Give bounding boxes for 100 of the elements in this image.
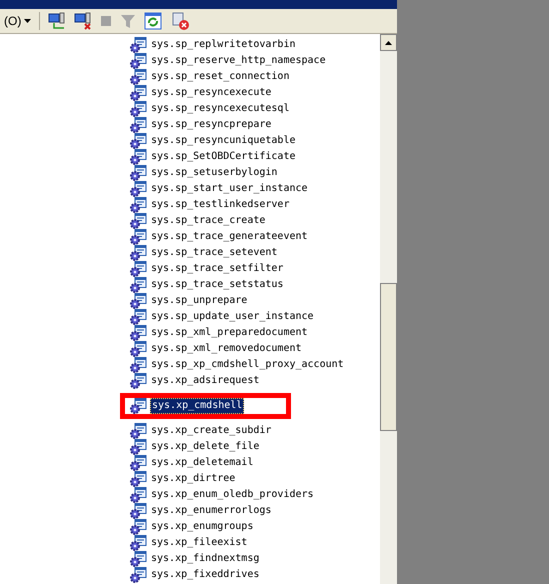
tree-item-label: sys.sp_xml_preparedocument xyxy=(150,326,309,340)
refresh-icon[interactable] xyxy=(144,12,162,30)
tree-item[interactable]: sys.sp_trace_setfilter xyxy=(130,261,380,277)
connect-server-icon[interactable] xyxy=(48,12,66,30)
tree-item-label: sys.xp_fileexist xyxy=(150,536,248,550)
tree-item[interactable]: sys.xp_adsirequest xyxy=(130,373,380,389)
stored-procedure-icon xyxy=(130,455,147,471)
tree-item[interactable]: sys.sp_replwritetovarbin xyxy=(130,37,380,53)
stored-procedure-icon xyxy=(130,245,147,261)
tree-item[interactable]: sys.sp_xml_preparedocument xyxy=(130,325,380,341)
tree-item[interactable]: sys.sp_setuserbylogin xyxy=(130,165,380,181)
stored-procedure-icon xyxy=(130,309,147,325)
stored-procedure-icon xyxy=(130,277,147,293)
tree-item-label: sys.xp_fixeddrives xyxy=(150,568,260,582)
tree-item-label: sys.sp_replwritetovarbin xyxy=(150,38,296,52)
tree-item[interactable]: sys.xp_delete_file xyxy=(130,439,380,455)
scroll-up-button[interactable] xyxy=(380,34,397,51)
tree-item[interactable]: sys.sp_xml_removedocument xyxy=(130,341,380,357)
tree-item[interactable]: sys.sp_unprepare xyxy=(130,293,380,309)
connect-button[interactable]: (O) xyxy=(4,12,32,30)
tree-item-label: sys.xp_adsirequest xyxy=(150,374,260,388)
tree-item-label: sys.xp_deletemail xyxy=(150,456,254,470)
tree-item-label: sys.sp_xml_removedocument xyxy=(150,342,303,356)
tree-item-label: sys.sp_unprepare xyxy=(150,294,248,308)
stored-procedure-icon xyxy=(130,423,147,439)
tree-item-label: sys.sp_start_user_instance xyxy=(150,182,309,196)
tree-item-label: sys.sp_reserve_http_namespace xyxy=(150,54,327,68)
tree-item[interactable]: sys.sp_update_user_instance xyxy=(130,309,380,325)
stored-procedure-icon xyxy=(130,503,147,519)
scrollbar[interactable] xyxy=(380,34,397,584)
tree-item[interactable]: sys.sp_resyncprepare xyxy=(130,117,380,133)
up-arrow-icon xyxy=(385,40,392,44)
tree-item-label: sys.sp_trace_setstatus xyxy=(150,278,284,292)
tree-item[interactable]: sys.sp_SetOBDCertificate xyxy=(130,149,380,165)
disconnect-icon[interactable] xyxy=(74,12,92,30)
tree-item[interactable]: sys.xp_enumerrorlogs xyxy=(130,503,380,519)
tree-item[interactable]: sys.sp_trace_create xyxy=(130,213,380,229)
tree-item-label: sys.xp_enum_oledb_providers xyxy=(150,488,315,502)
tree-item-label: sys.sp_resyncuniquetable xyxy=(150,134,296,148)
tree-item-label: sys.xp_dirtree xyxy=(150,472,236,486)
stored-procedure-icon xyxy=(130,398,147,414)
stored-procedure-icon xyxy=(130,325,147,341)
tree-item[interactable]: sys.xp_deletemail xyxy=(130,455,380,471)
tree-item[interactable]: sys.xp_findnextmsg xyxy=(130,551,380,567)
stored-procedure-icon xyxy=(130,197,147,213)
stored-procedure-icon xyxy=(130,261,147,277)
stored-procedure-icon xyxy=(130,567,147,583)
tree-item-label: sys.xp_cmdshell xyxy=(150,398,244,414)
tree-item[interactable]: sys.xp_dirtree xyxy=(130,471,380,487)
tree-item-label: sys.xp_findnextmsg xyxy=(150,552,260,566)
tree-item[interactable]: sys.sp_reserve_http_namespace xyxy=(130,53,380,69)
stored-procedure-icon xyxy=(130,487,147,503)
tree-item[interactable]: sys.sp_trace_setevent xyxy=(130,245,380,261)
tree-item-label: sys.sp_resyncexecute xyxy=(150,86,272,100)
tree-item-label: sys.sp_SetOBDCertificate xyxy=(150,150,296,164)
tree-item[interactable]: sys.sp_trace_setstatus xyxy=(130,277,380,293)
tree-item-label: sys.sp_trace_setevent xyxy=(150,246,278,260)
stored-procedure-icon xyxy=(130,519,147,535)
stored-procedure-icon xyxy=(130,229,147,245)
stored-procedure-icon xyxy=(130,357,147,373)
stored-procedure-icon xyxy=(130,341,147,357)
tree-item-label: sys.sp_update_user_instance xyxy=(150,310,315,324)
tree-item-label: sys.sp_trace_setfilter xyxy=(150,262,284,276)
tree-item[interactable]: sys.sp_start_user_instance xyxy=(130,181,380,197)
tree-item[interactable]: sys.sp_trace_generateevent xyxy=(130,229,380,245)
tree-item-label: sys.sp_setuserbylogin xyxy=(150,166,278,180)
tree-item[interactable]: sys.xp_enumgroups xyxy=(130,519,380,535)
scroll-thumb[interactable] xyxy=(380,283,397,431)
tree-item[interactable]: sys.xp_cmdshell xyxy=(130,398,286,414)
tree-item[interactable]: sys.sp_reset_connection xyxy=(130,69,380,85)
stored-procedure-icon xyxy=(130,149,147,165)
tree-item-label: sys.xp_create_subdir xyxy=(150,424,272,438)
stored-procedure-icon xyxy=(130,117,147,133)
tree-item-label: sys.sp_trace_generateevent xyxy=(150,230,309,244)
caret-icon xyxy=(24,19,32,23)
tree-item[interactable]: sys.sp_resyncuniquetable xyxy=(130,133,380,149)
script-delete-icon[interactable] xyxy=(170,11,190,31)
stored-procedure-icon xyxy=(130,133,147,149)
stored-procedure-icon xyxy=(130,535,147,551)
tree-item[interactable]: sys.sp_resyncexecutesql xyxy=(130,101,380,117)
tree-item-label: sys.sp_resyncprepare xyxy=(150,118,272,132)
tree-item[interactable]: sys.sp_xp_cmdshell_proxy_account xyxy=(130,357,380,373)
tree-item[interactable]: sys.xp_fixeddrives xyxy=(130,567,380,583)
stored-procedure-icon xyxy=(130,37,147,53)
stored-procedure-icon xyxy=(130,165,147,181)
tree-item[interactable]: sys.xp_create_subdir xyxy=(130,423,380,439)
stored-procedure-icon xyxy=(130,69,147,85)
stored-procedure-icon xyxy=(130,213,147,229)
tree-item-label: sys.sp_resyncexecutesql xyxy=(150,102,290,116)
tree-item[interactable]: sys.xp_fileexist xyxy=(130,535,380,551)
stored-procedure-icon xyxy=(130,373,147,389)
tree-item-label: sys.sp_reset_connection xyxy=(150,70,290,84)
tree-item[interactable]: sys.sp_resyncexecute xyxy=(130,85,380,101)
stored-procedure-icon xyxy=(130,551,147,567)
stored-procedure-icon xyxy=(130,53,147,69)
tree-item[interactable]: sys.sp_testlinkedserver xyxy=(130,197,380,213)
tree-item-label: sys.xp_enumgroups xyxy=(150,520,254,534)
tree-item-label: sys.sp_trace_create xyxy=(150,214,266,228)
tree-item[interactable]: sys.xp_enum_oledb_providers xyxy=(130,487,380,503)
tree-item-label: sys.sp_xp_cmdshell_proxy_account xyxy=(150,358,345,372)
